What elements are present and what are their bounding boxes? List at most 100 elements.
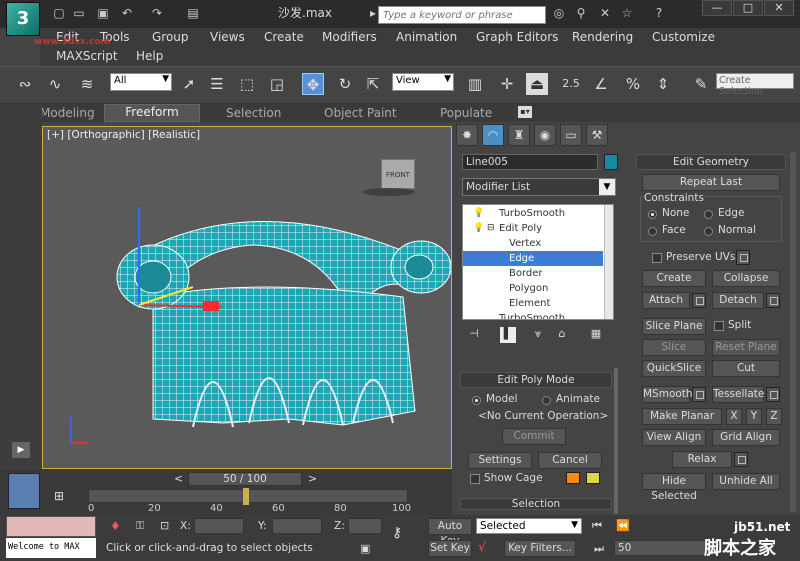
help-icon[interactable]: ? (652, 6, 666, 20)
window-crossing-icon[interactable]: ◲ (266, 73, 288, 95)
stack-item-vertex[interactable]: Vertex (463, 236, 603, 251)
project-folder-icon[interactable]: ▤ (186, 6, 200, 20)
menu-rendering[interactable]: Rendering (572, 30, 633, 44)
current-frame-field[interactable]: 50 (614, 540, 714, 556)
redo-icon[interactable]: ↷ (150, 6, 164, 20)
snaps-toggle-icon[interactable]: 2.5 (560, 73, 582, 95)
selection-filter-dropdown[interactable]: All ▼ (110, 73, 172, 91)
unhide-all-button[interactable]: Unhide All (712, 473, 780, 490)
auto-key-button[interactable]: Auto Key (428, 518, 472, 547)
preserve-uvs-settings-button[interactable] (736, 250, 750, 265)
grid-align-button[interactable]: Grid Align (712, 429, 780, 446)
keyboard-shortcut-override-icon[interactable]: ⏏ (526, 73, 548, 95)
model-radio[interactable] (472, 396, 481, 405)
tab-selection[interactable]: Selection (226, 106, 281, 120)
ribbon-options-icon[interactable]: ▪▾ (518, 106, 532, 118)
make-planar-button[interactable]: Make Planar (642, 408, 722, 425)
constraint-edge-radio[interactable] (704, 210, 713, 219)
bind-space-warp-icon[interactable]: ≋ (76, 73, 98, 95)
track-toggle-icon[interactable]: ⊞ (54, 489, 64, 503)
new-file-icon[interactable]: ▢ (52, 6, 66, 20)
y-coordinate-field[interactable] (272, 518, 322, 534)
spinner-snap-icon[interactable]: ⇕ (652, 73, 674, 95)
slice-plane-button[interactable]: Slice Plane (642, 318, 706, 335)
quickslice-button[interactable]: QuickSlice (642, 360, 706, 377)
collapse-button[interactable]: Collapse (712, 270, 780, 287)
lock-icon[interactable]: ⚿ (136, 519, 144, 533)
absolute-mode-icon[interactable]: ⊡ (160, 519, 169, 532)
binoculars-icon[interactable]: ◎ (552, 6, 566, 20)
maxscript-listener-mini[interactable] (6, 516, 96, 537)
constraint-none-radio[interactable] (648, 210, 657, 219)
stack-item-polygon[interactable]: Polygon (463, 281, 603, 296)
utilities-tab-icon[interactable]: ⚒ (586, 124, 608, 146)
planar-z-button[interactable]: Z (766, 408, 782, 425)
menu-animation[interactable]: Animation (396, 30, 457, 44)
edit-poly-mode-rollout[interactable]: Edit Poly Mode (460, 372, 612, 388)
select-link-icon[interactable]: ∾ (14, 73, 36, 95)
display-tab-icon[interactable]: ▭ (560, 124, 582, 146)
lightbulb-icon[interactable]: 💡 (473, 208, 484, 218)
tab-modeling[interactable]: Modeling (40, 106, 95, 120)
time-slider[interactable]: 50 / 100 (188, 472, 302, 486)
tab-object-paint[interactable]: Object Paint (324, 106, 397, 120)
object-name-field[interactable]: Line005 (462, 154, 598, 170)
menu-help[interactable]: Help (136, 49, 163, 63)
stack-item-element[interactable]: Element (463, 296, 603, 311)
modifier-list-dropdown[interactable]: Modifier List ▼ (462, 178, 616, 196)
menu-create[interactable]: Create (264, 30, 304, 44)
left-column-scrollbar[interactable] (614, 368, 618, 514)
prev-frame-button[interactable]: < (174, 472, 183, 485)
create-button[interactable]: Create (642, 270, 706, 287)
tab-freeform[interactable]: Freeform (104, 104, 200, 122)
selection-lock-icon[interactable]: ♦ (110, 519, 121, 533)
hierarchy-tab-icon[interactable]: ♜ (508, 124, 530, 146)
preserve-uvs-checkbox[interactable] (652, 253, 662, 263)
play-icon[interactable]: ▶ (12, 442, 30, 458)
planar-x-button[interactable]: X (726, 408, 742, 425)
show-cage-checkbox[interactable] (470, 474, 480, 484)
key-filters-button[interactable]: Key Filters... (504, 540, 576, 557)
key-icon[interactable]: ⚷ (392, 525, 402, 541)
hide-selected-button[interactable]: Hide Selected (642, 473, 706, 502)
select-and-move-icon[interactable]: ✥ (302, 73, 324, 95)
minimize-button[interactable]: — (702, 0, 732, 16)
next-frame-button[interactable]: > (308, 472, 317, 485)
split-checkbox[interactable] (714, 321, 724, 331)
show-end-result-icon[interactable]: ▌ (500, 327, 516, 343)
cage-selected-color-swatch[interactable] (586, 472, 600, 484)
attach-list-button[interactable] (692, 293, 706, 308)
stack-scrollbar[interactable] (604, 205, 613, 319)
set-keys-icon[interactable]: √ (478, 540, 486, 555)
edit-named-selection-icon[interactable]: ✎ (690, 73, 712, 95)
msmooth-button[interactable]: MSmooth (642, 386, 693, 403)
previous-frame-icon[interactable]: ⏪ (616, 519, 630, 532)
undo-icon[interactable]: ↶ (120, 6, 134, 20)
application-menu-button[interactable]: 3 (6, 2, 40, 36)
slice-button[interactable]: Slice (642, 339, 706, 356)
repeat-last-button[interactable]: Repeat Last (642, 174, 780, 191)
key-set-dropdown[interactable]: Selected ▼ (476, 518, 582, 534)
motion-tab-icon[interactable]: ◉ (534, 124, 556, 146)
percent-snap-icon[interactable]: % (622, 73, 644, 95)
make-unique-icon[interactable]: ⩔ (530, 327, 546, 343)
animate-radio[interactable] (542, 396, 551, 405)
pin-stack-icon[interactable]: ⊣ (466, 327, 482, 343)
communication-icon[interactable]: ✕ (598, 6, 612, 20)
set-key-button[interactable]: Set Key (428, 540, 472, 557)
cancel-button[interactable]: Cancel (538, 452, 602, 469)
view-align-button[interactable]: View Align (642, 429, 706, 446)
x-coordinate-field[interactable] (194, 518, 244, 534)
save-file-icon[interactable]: ▣ (96, 6, 110, 20)
menu-maxscript[interactable]: MAXScript (56, 49, 118, 63)
remove-modifier-icon[interactable]: ⌂ (554, 327, 570, 343)
select-by-name-icon[interactable]: ☰ (206, 73, 228, 95)
menu-group[interactable]: Group (152, 30, 189, 44)
stack-item-edge[interactable]: Edge (463, 251, 603, 266)
relax-button[interactable]: Relax (672, 451, 732, 468)
tab-populate[interactable]: Populate (440, 106, 492, 120)
close-button[interactable]: ✕ (764, 0, 794, 16)
open-file-icon[interactable]: ▭ (72, 6, 86, 20)
detach-settings-button[interactable] (766, 293, 780, 308)
search-input[interactable] (378, 6, 546, 24)
